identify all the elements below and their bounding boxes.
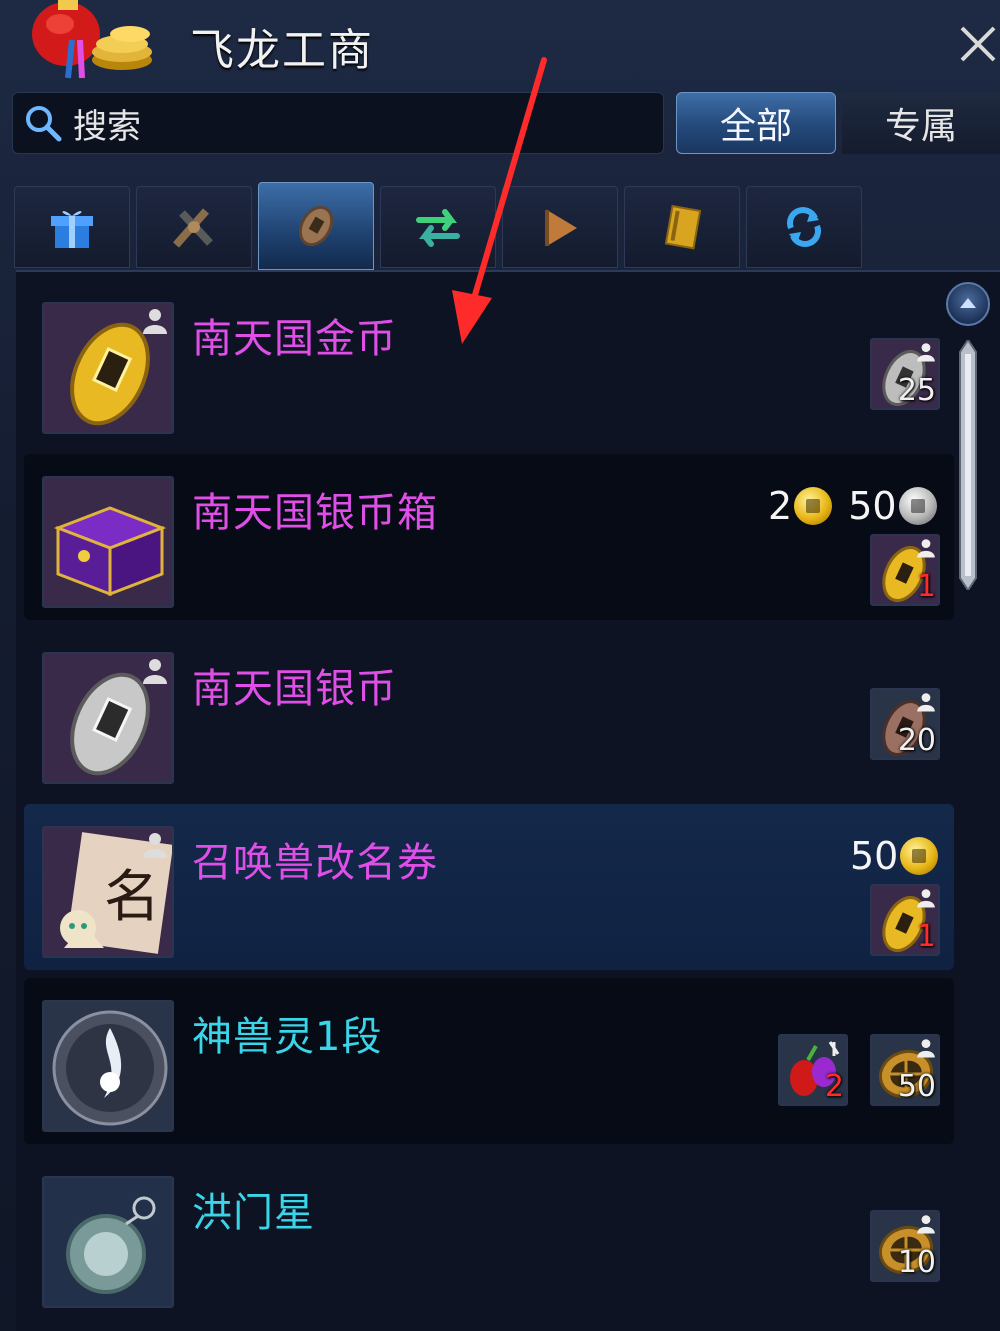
cost-slot[interactable]: 50	[870, 1034, 940, 1106]
tab-equipment[interactable]	[136, 186, 252, 268]
list-item[interactable]: 南天国银币箱 2 50 1	[24, 454, 954, 620]
cost-quantity: 1	[916, 919, 936, 954]
list-item[interactable]: 南天国金币 25	[24, 280, 954, 446]
shop-window: 飞龙工商 搜索 全部 专属 南天国金币 25 南天国银币箱 2 50 1 南天国…	[0, 0, 1000, 1331]
item-name: 南天国金币	[192, 316, 397, 362]
cost-quantity: 1	[916, 569, 936, 604]
purple-chest-icon	[42, 476, 174, 608]
tab-exchange[interactable]	[380, 186, 496, 268]
item-name: 洪门星	[192, 1190, 315, 1236]
coin-icon	[298, 205, 334, 247]
gold-coin-icon	[794, 487, 833, 525]
bound-user-icon	[917, 1039, 935, 1058]
search-placeholder: 搜索	[73, 106, 141, 147]
filter-all-button[interactable]: 全部	[676, 92, 836, 154]
tab-gift[interactable]	[14, 186, 130, 268]
scroll-up-button[interactable]	[946, 282, 990, 326]
item-name: 南天国银币	[192, 666, 397, 712]
bound-user-icon	[917, 889, 935, 908]
tab-currency[interactable]	[258, 182, 374, 270]
item-name: 召唤兽改名券	[192, 840, 438, 886]
cost-slot[interactable]: 1	[870, 884, 940, 956]
silver-coin-icon	[42, 652, 174, 784]
filter-exclusive-button[interactable]: 专属	[842, 92, 1000, 154]
refresh-icon	[787, 207, 821, 247]
list-item-selected[interactable]: 名 召唤兽改名券 50 1	[24, 804, 954, 970]
title-bar: 飞龙工商	[0, 0, 1000, 90]
search-icon	[13, 93, 73, 153]
gold-coin-icon	[900, 837, 939, 875]
price-label: 50	[850, 834, 939, 878]
bound-user-icon	[917, 343, 935, 362]
weapon-icon	[173, 208, 213, 248]
svg-text:名: 名	[104, 865, 160, 930]
search-input[interactable]: 搜索	[12, 92, 664, 154]
bound-user-icon	[917, 1215, 935, 1234]
item-name: 神兽灵1段	[192, 1014, 383, 1060]
bound-user-icon	[917, 693, 935, 712]
cost-quantity: 50	[897, 1069, 936, 1104]
gold-price: 2	[768, 484, 793, 528]
window-title: 飞龙工商	[190, 25, 374, 76]
item-name: 南天国银币箱	[192, 490, 438, 536]
rename-scroll-icon: 名	[42, 826, 174, 958]
book-icon	[664, 204, 702, 250]
cost-slot[interactable]: 1	[870, 534, 940, 606]
item-list[interactable]: 南天国金币 25 南天国银币箱 2 50 1 南天国银币 20 名 召唤兽改名券…	[16, 270, 1000, 1331]
silver-coin-icon	[898, 487, 937, 525]
close-icon[interactable]	[956, 22, 1000, 66]
bound-user-icon	[143, 833, 167, 858]
list-item[interactable]: 神兽灵1段 2 50	[24, 978, 954, 1144]
scrollbar-thumb[interactable]	[956, 338, 980, 592]
gold-coin-icon	[42, 302, 174, 434]
cost-slot[interactable]: 2	[778, 1034, 848, 1106]
lucky-bag-logo-icon	[22, 0, 162, 84]
cost-slot[interactable]: 20	[870, 688, 940, 760]
category-tabs	[14, 182, 1000, 270]
cost-slot[interactable]: 25	[870, 338, 940, 410]
cost-quantity: 25	[897, 373, 936, 408]
exchange-arrows-icon	[416, 209, 460, 247]
star-orb-icon	[42, 1176, 174, 1308]
tab-refresh[interactable]	[746, 186, 862, 268]
list-item[interactable]: 洪门星 10	[24, 1154, 954, 1320]
flag-icon	[545, 210, 577, 246]
cost-quantity: 2	[824, 1069, 844, 1104]
chevron-up-icon	[960, 298, 976, 308]
gold-price: 50	[850, 834, 899, 878]
bound-user-icon	[917, 539, 935, 558]
tab-flag[interactable]	[502, 186, 618, 268]
bound-user-icon	[143, 309, 167, 334]
cost-slot[interactable]: 10	[870, 1210, 940, 1282]
tab-book[interactable]	[624, 186, 740, 268]
price-label: 2 50	[768, 484, 937, 528]
spirit-orb-icon	[42, 1000, 174, 1132]
cost-quantity: 20	[897, 723, 936, 758]
list-item[interactable]: 南天国银币 20	[24, 630, 954, 796]
bound-user-icon	[143, 659, 167, 684]
silver-price: 50	[848, 484, 897, 528]
gift-box-icon	[51, 211, 93, 248]
cost-quantity: 10	[897, 1245, 936, 1280]
